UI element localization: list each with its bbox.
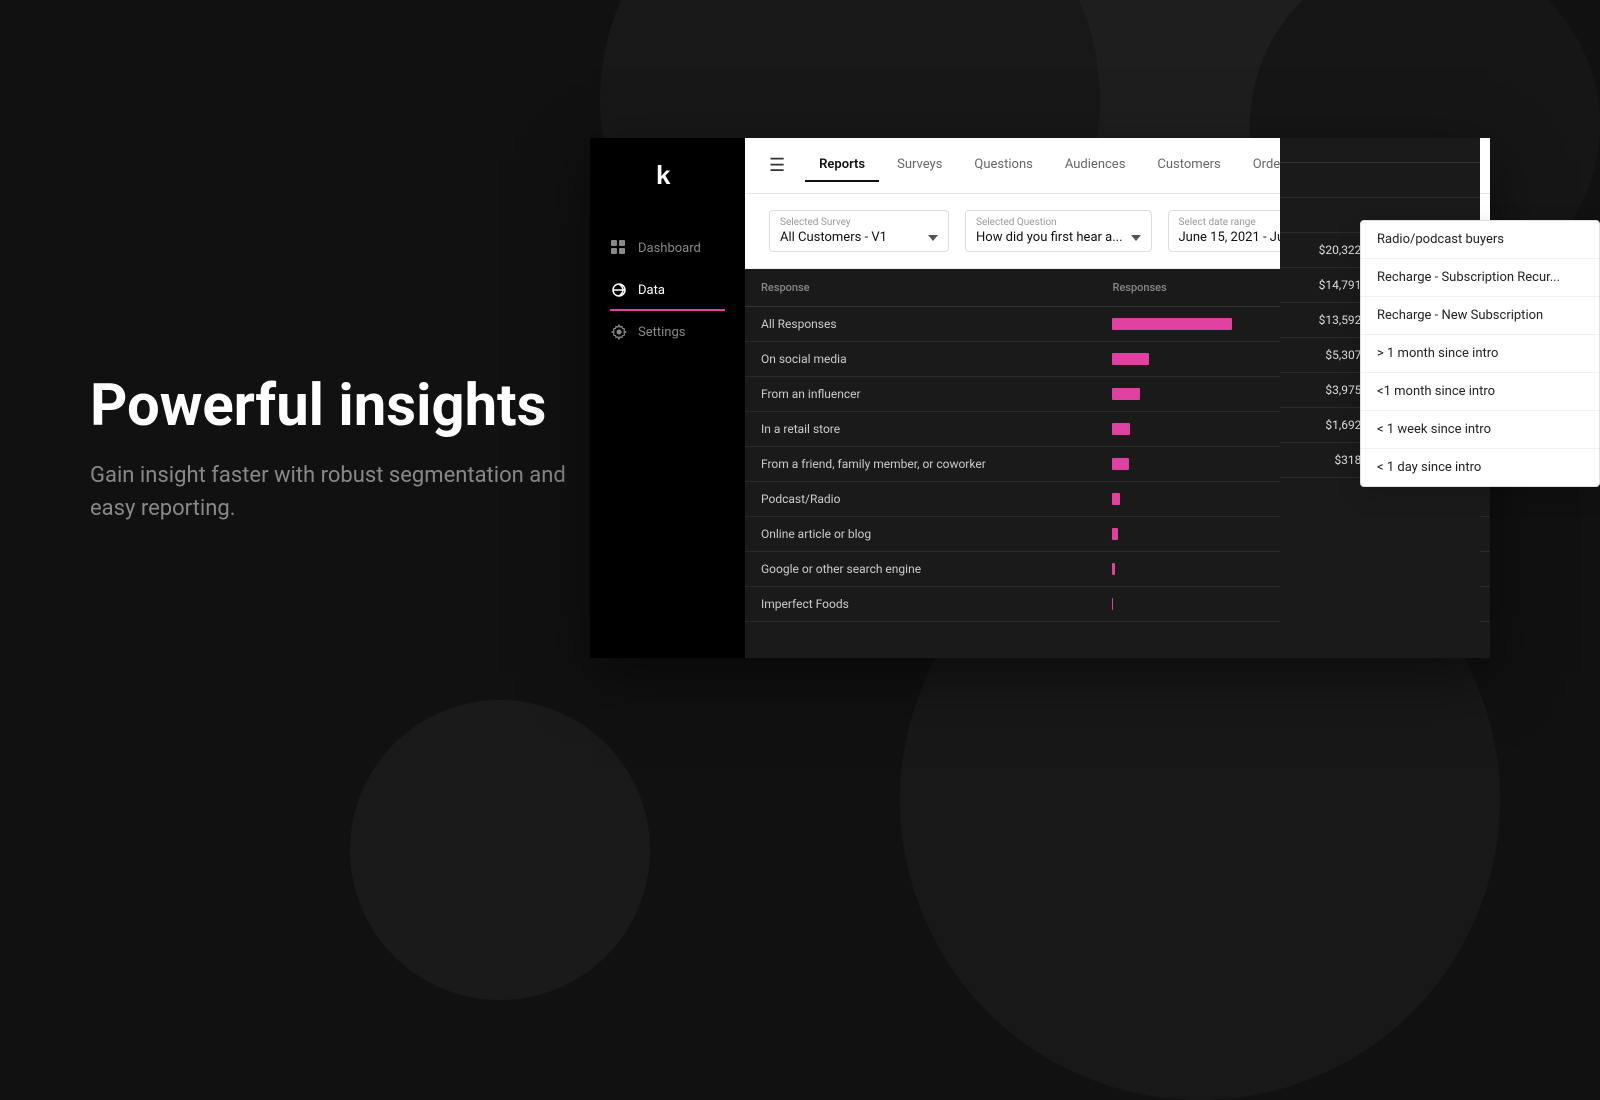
dashboard-label: Dashboard [638,241,701,256]
response-cell: Podcast/Radio [745,482,1096,517]
survey-filter-value: All Customers - V1 [780,230,887,245]
bar-cell [1096,412,1296,447]
col-header-response: Response [745,269,1096,307]
question-dropdown[interactable]: Selected Question How did you first hear… [965,210,1152,252]
app-logo: k [652,158,684,197]
dropdown-option[interactable]: < 1 week since intro [1361,411,1599,449]
tab-reports[interactable]: Reports [805,149,879,182]
question-filter-label: Selected Question [976,217,1141,228]
segment-dropdown-overlay: Radio/podcast buyersRecharge - Subscript… [1360,220,1600,487]
dropdown-option[interactable]: < 1 day since intro [1361,449,1599,486]
bg-decoration-5 [350,700,650,1000]
ext-col-1 [1280,138,1394,163]
response-cell: From a friend, family member, or coworke… [745,447,1096,482]
bar-cell [1096,587,1296,622]
response-cell: All Responses [745,307,1096,342]
bar-cell [1096,342,1296,377]
dropdown-items-container: Radio/podcast buyersRecharge - Subscript… [1361,221,1599,486]
dropdown-option[interactable]: Radio/podcast buyers [1361,221,1599,259]
response-cell: Online article or blog [745,517,1096,552]
sidebar-item-settings[interactable]: Settings [590,311,745,353]
col-header-responses: Responses [1096,269,1296,307]
main-heading: Powerful insights [90,375,590,439]
dropdown-option[interactable]: > 1 month since intro [1361,335,1599,373]
tab-audiences[interactable]: Audiences [1051,149,1140,182]
response-cell: Google or other search engine [745,552,1096,587]
tab-questions[interactable]: Questions [960,149,1046,182]
data-label: Data [638,283,665,298]
dropdown-option[interactable]: <1 month since intro [1361,373,1599,411]
settings-label: Settings [638,325,685,340]
dropdown-option[interactable]: Recharge - New Subscription [1361,297,1599,335]
data-icon [610,281,628,299]
sidebar-item-dashboard[interactable]: Dashboard [590,227,745,269]
bar-cell [1096,552,1296,587]
bar-cell [1096,307,1296,342]
ext-col-2 [1394,138,1480,163]
sub-heading: Gain insight faster with robust segmenta… [90,459,590,525]
sidebar-item-data[interactable]: Data [590,269,745,311]
response-cell: Imperfect Foods [745,587,1096,622]
sidebar-nav: Dashboard Data [590,227,745,353]
svg-text:k: k [656,160,671,190]
survey-filter-label: Selected Survey [780,217,938,228]
settings-icon [610,323,628,341]
tab-surveys[interactable]: Surveys [883,149,956,182]
dashboard-icon [610,239,628,257]
bar-cell [1096,377,1296,412]
response-cell: In a retail store [745,412,1096,447]
survey-dropdown[interactable]: Selected Survey All Customers - V1 [769,210,949,252]
left-panel: Powerful insights Gain insight faster wi… [90,375,590,525]
question-filter-value: How did you first hear a... [976,230,1123,245]
response-cell: On social media [745,342,1096,377]
bar-cell [1096,447,1296,482]
hamburger-icon[interactable]: ☰ [769,155,785,176]
tab-customers[interactable]: Customers [1143,149,1234,182]
sidebar: k Dashboard [590,138,745,658]
response-cell: From an influencer [745,377,1096,412]
dropdown-option[interactable]: Recharge - Subscription Recur... [1361,259,1599,297]
bar-cell [1096,482,1296,517]
bar-cell [1096,517,1296,552]
